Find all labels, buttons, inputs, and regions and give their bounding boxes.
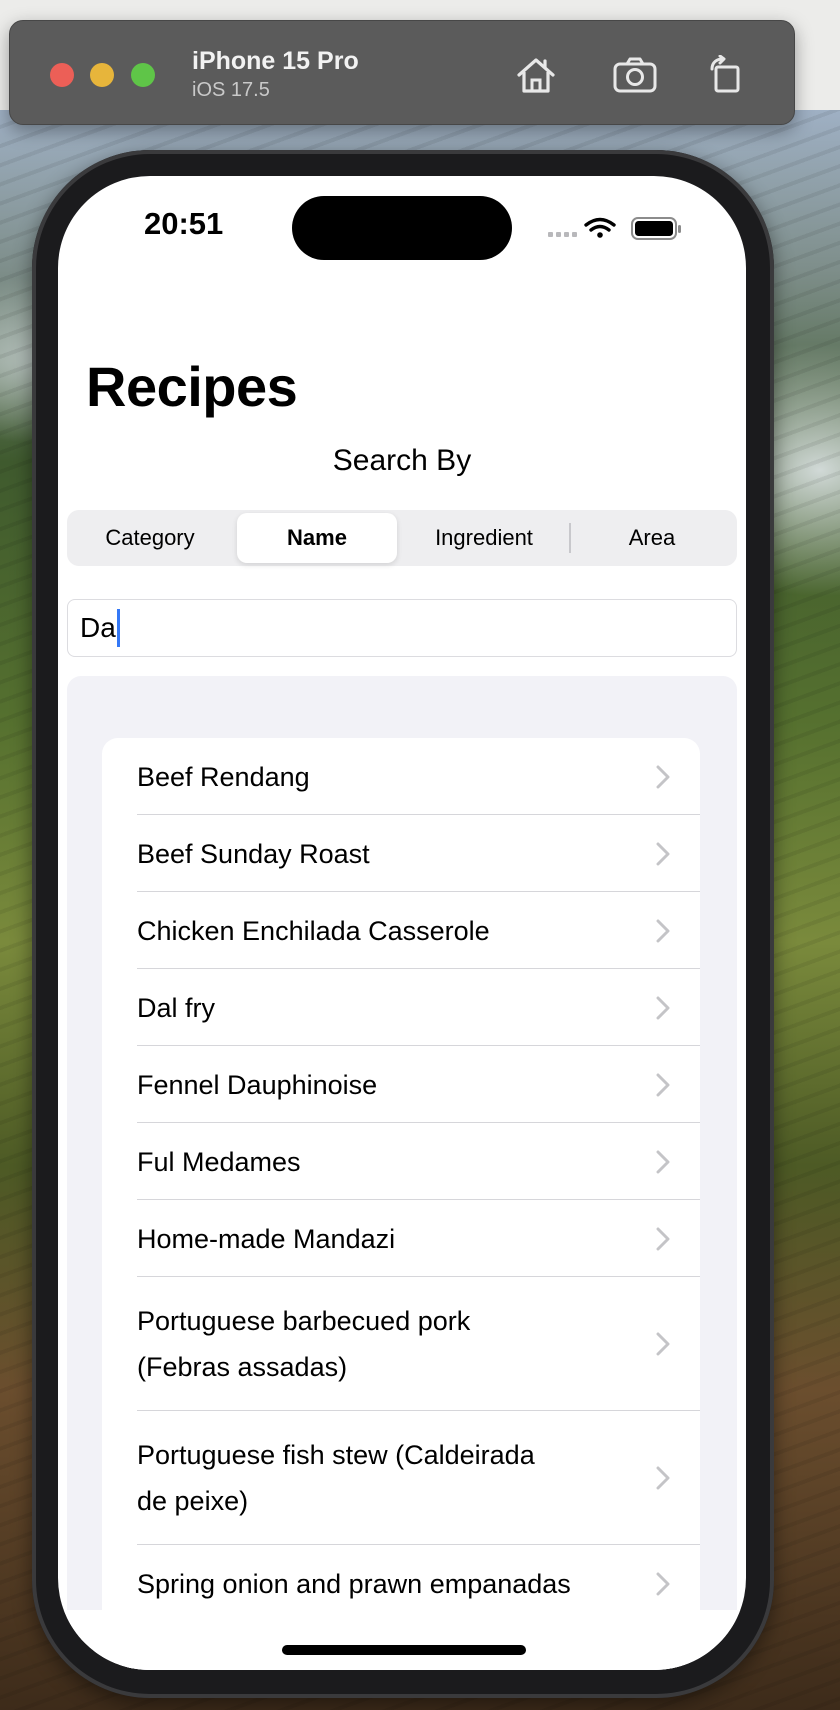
chevron-right-icon — [656, 1150, 670, 1173]
rotate-icon — [710, 55, 740, 93]
list-item[interactable]: Portuguese barbecued pork (Febras assadas… — [102, 1277, 700, 1411]
list-item-label: Portuguese barbecued pork (Febras assadas… — [137, 1306, 471, 1382]
wifi-icon — [584, 217, 616, 232]
simulator-title-bar: iPhone 15 Pro iOS 17.5 — [9, 20, 795, 125]
home-indicator[interactable] — [282, 1645, 526, 1655]
chevron-right-icon — [656, 842, 670, 865]
chevron-right-icon — [656, 1572, 670, 1595]
screenshot-icon — [613, 57, 657, 93]
segment-category[interactable]: Category — [70, 513, 230, 563]
chevron-right-icon — [656, 1073, 670, 1096]
zoom-window-button[interactable] — [131, 63, 155, 87]
chevron-right-icon — [656, 1227, 670, 1250]
list-item[interactable]: Fennel Dauphinoise — [102, 1046, 700, 1123]
list-item-label: Chicken Enchilada Casserole — [137, 915, 490, 946]
chevron-right-icon — [656, 1466, 670, 1490]
segment-area[interactable]: Area — [572, 513, 732, 563]
status-indicators — [548, 217, 681, 240]
minimize-window-button[interactable] — [90, 63, 114, 87]
rotate-button[interactable] — [700, 49, 752, 101]
list-item-label: Ful Medames — [137, 1146, 301, 1177]
battery-icon — [631, 217, 681, 240]
list-item[interactable]: Beef Sunday Roast — [102, 815, 700, 892]
home-icon — [517, 58, 555, 93]
chevron-right-icon — [656, 919, 670, 942]
screenshot-button[interactable] — [609, 49, 661, 101]
list-item[interactable]: Home-made Mandazi — [102, 1200, 700, 1277]
search-input-value: Da — [80, 612, 116, 643]
list-item-label: Beef Rendang — [137, 761, 310, 792]
status-time: 20:51 — [144, 206, 224, 241]
close-window-button[interactable] — [50, 63, 74, 87]
home-button[interactable] — [510, 49, 562, 101]
segment-name[interactable]: Name — [237, 513, 397, 563]
segment-divider — [569, 523, 571, 553]
list-item-label: Dal fry — [137, 992, 216, 1023]
list-item-label: Portuguese fish stew (Caldeirada de peixe… — [137, 1440, 535, 1516]
list-item[interactable]: Ful Medames — [102, 1123, 700, 1200]
list-item[interactable]: Chicken Enchilada Casserole — [102, 892, 700, 969]
search-input[interactable]: Da — [67, 599, 737, 657]
list-item[interactable]: Dal fry — [102, 969, 700, 1046]
phone-screen: 20:51 Recipes Search By Category Name In… — [58, 176, 746, 1670]
list-item-label: Home-made Mandazi — [137, 1223, 396, 1254]
search-mode-segmented-control: Category Name Ingredient Area — [67, 510, 737, 566]
text-cursor — [116, 609, 120, 647]
chevron-right-icon — [656, 1332, 670, 1356]
list-item-label: Beef Sunday Roast — [137, 838, 370, 869]
chevron-right-icon — [656, 765, 670, 788]
list-item-label: Fennel Dauphinoise — [137, 1069, 378, 1100]
wifi-dot — [597, 232, 603, 238]
device-os-version: iOS 17.5 — [192, 79, 270, 101]
segment-ingredient[interactable]: Ingredient — [404, 513, 564, 563]
chevron-right-icon — [656, 996, 670, 1019]
search-by-label: Search By — [332, 444, 472, 477]
list-item[interactable]: Beef Rendang — [102, 738, 700, 815]
page-title: Recipes — [86, 355, 298, 418]
list-item[interactable]: Portuguese fish stew (Caldeirada de peixe… — [102, 1411, 700, 1545]
dynamic-island — [292, 196, 512, 260]
bottom-safe-area — [58, 1610, 746, 1670]
device-name: iPhone 15 Pro — [192, 47, 359, 75]
list-item-label: Spring onion and prawn empanadas — [137, 1568, 571, 1599]
signal-icon — [548, 232, 577, 237]
results-list: Beef Rendang Beef Sunday Roast Chicken E… — [102, 738, 700, 1670]
